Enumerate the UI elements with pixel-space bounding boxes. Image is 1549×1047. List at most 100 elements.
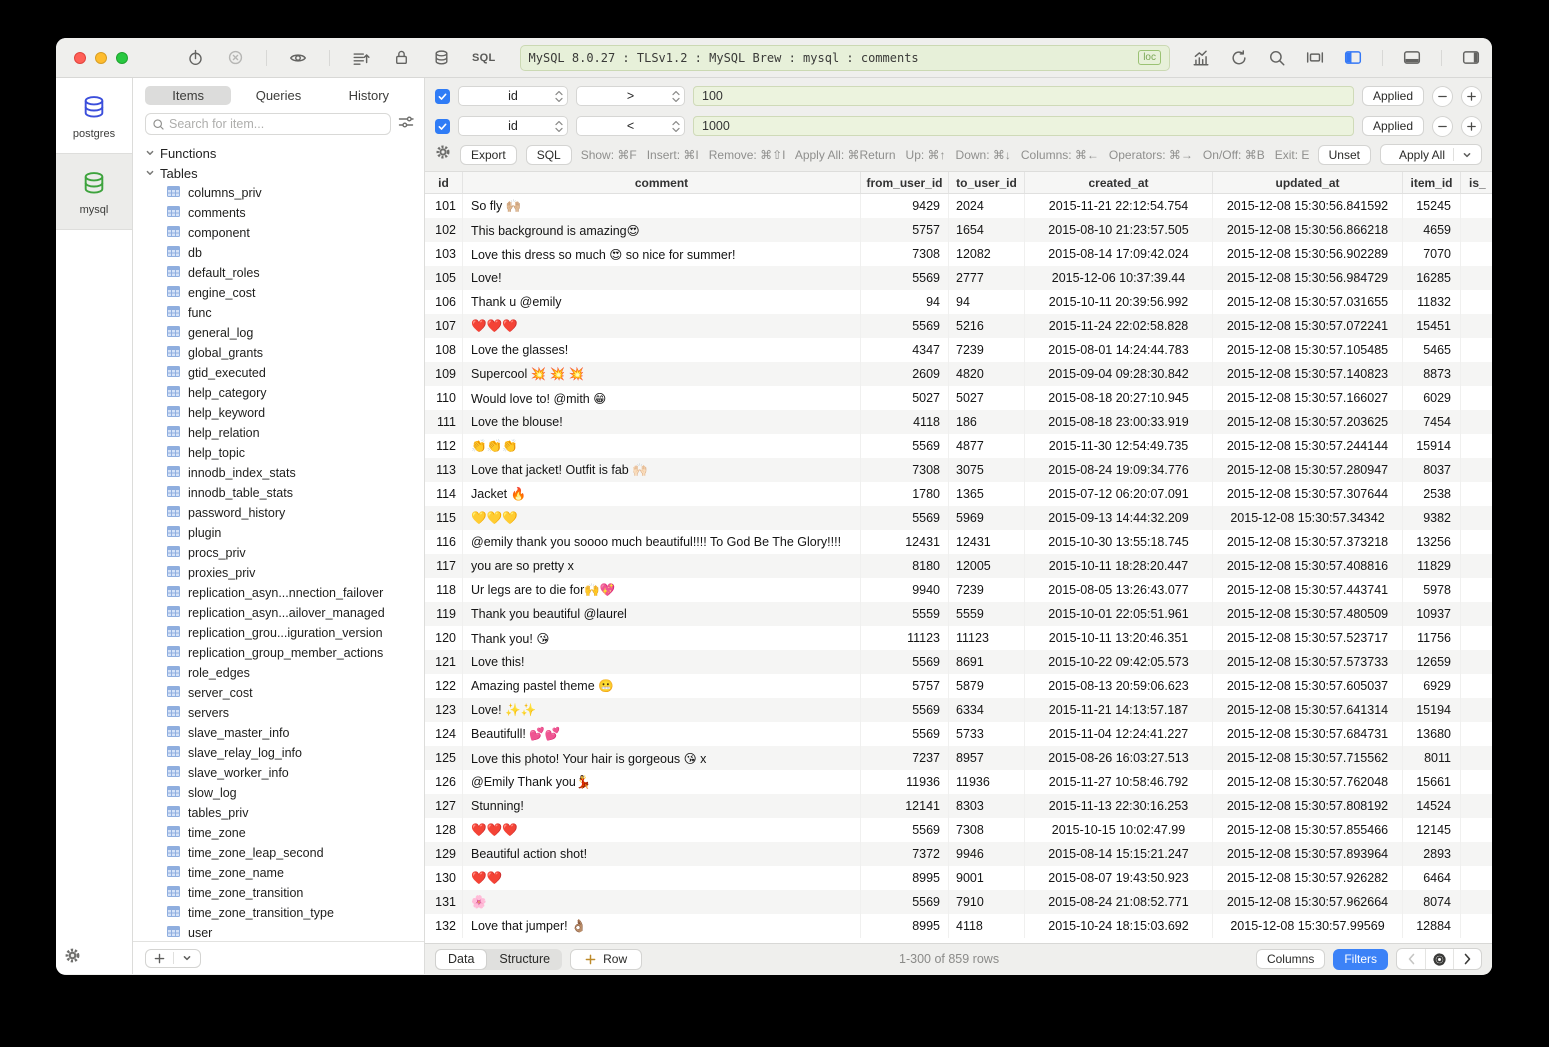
column-header-updated-at[interactable]: updated_at	[1213, 172, 1403, 193]
sidebar-table-item[interactable]: help_relation	[133, 423, 424, 443]
refresh-icon[interactable]	[1230, 49, 1248, 67]
filter-field-select[interactable]: id	[458, 116, 568, 136]
sidebar-table-item[interactable]: default_roles	[133, 263, 424, 283]
table-row[interactable]: 128 ❤️❤️❤️ 5569 7308 2015-10-15 10:02:47…	[425, 818, 1492, 842]
table-row[interactable]: 106 Thank u @emily 94 94 2015-10-11 20:3…	[425, 290, 1492, 314]
sidebar-table-item[interactable]: component	[133, 223, 424, 243]
filter-field-select[interactable]: id	[458, 86, 568, 106]
column-header-from-user-id[interactable]: from_user_id	[861, 172, 949, 193]
table-row[interactable]: 108 Love the glasses! 4347 7239 2015-08-…	[425, 338, 1492, 362]
export-button[interactable]: Export	[460, 145, 517, 165]
sidebar-table-item[interactable]: servers	[133, 703, 424, 723]
table-row[interactable]: 112 👏👏👏 5569 4877 2015-11-30 12:54:49.73…	[425, 434, 1492, 458]
pager-settings-gear-icon[interactable]	[1425, 949, 1453, 969]
filter-value-input[interactable]	[693, 86, 1354, 106]
tune-icon[interactable]	[398, 114, 414, 135]
filter-settings-gear-icon[interactable]	[435, 144, 451, 165]
sidebar-table-item[interactable]: time_zone_transition	[133, 883, 424, 903]
table-row[interactable]: 121 Love this! 5569 8691 2015-10-22 09:4…	[425, 650, 1492, 674]
sidebar-table-item[interactable]: slave_relay_log_info	[133, 743, 424, 763]
table-row[interactable]: 130 ❤️❤️ 8995 9001 2015-08-07 19:43:50.9…	[425, 866, 1492, 890]
sidebar-table-item[interactable]: slow_log	[133, 783, 424, 803]
sidebar-table-item[interactable]: innodb_index_stats	[133, 463, 424, 483]
plus-icon[interactable]	[146, 953, 173, 964]
connect-icon[interactable]	[186, 49, 204, 67]
sidebar-table-item[interactable]: time_zone_transition_type	[133, 903, 424, 923]
table-row[interactable]: 115 💛💛💛 5569 5969 2015-09-13 14:44:32.20…	[425, 506, 1492, 530]
eye-icon[interactable]	[289, 49, 307, 67]
sidebar-table-item[interactable]: replication_asyn...ailover_managed	[133, 603, 424, 623]
table-row[interactable]: 107 ❤️❤️❤️ 5569 5216 2015-11-24 22:02:58…	[425, 314, 1492, 338]
table-row[interactable]: 110 Would love to! @mith 😁 5027 5027 201…	[425, 386, 1492, 410]
add-filter-button[interactable]	[1461, 86, 1482, 107]
sidebar-table-item[interactable]: global_grants	[133, 343, 424, 363]
sidebar-table-item[interactable]: replication_group_member_actions	[133, 643, 424, 663]
remove-filter-button[interactable]	[1432, 86, 1453, 107]
sidebar-table-item[interactable]: time_zone_leap_second	[133, 843, 424, 863]
filter-operator-select[interactable]: >	[576, 86, 685, 106]
zoom-window-button[interactable]	[116, 52, 128, 64]
sidebar-table-item[interactable]: innodb_table_stats	[133, 483, 424, 503]
chevron-down-icon[interactable]	[174, 953, 200, 963]
panel-bottom-icon[interactable]	[1403, 49, 1421, 67]
add-item-button[interactable]	[145, 949, 201, 968]
table-row[interactable]: 118 Ur legs are to die for🙌💖 9940 7239 2…	[425, 578, 1492, 602]
sql-button[interactable]: SQL	[526, 145, 572, 165]
sidebar-table-item[interactable]: plugin	[133, 523, 424, 543]
filter-enabled-checkbox[interactable]	[435, 89, 450, 104]
column-header-item-id[interactable]: item_id	[1403, 172, 1461, 193]
table-row[interactable]: 120 Thank you! 😘 11123 11123 2015-10-11 …	[425, 626, 1492, 650]
sidebar-table-item[interactable]: help_topic	[133, 443, 424, 463]
sidebar-table-item[interactable]: help_keyword	[133, 403, 424, 423]
table-row[interactable]: 123 Love! ✨✨ 5569 6334 2015-11-21 14:13:…	[425, 698, 1492, 722]
sidebar-table-item[interactable]: replication_grou...iguration_version	[133, 623, 424, 643]
previous-page-icon[interactable]	[1397, 949, 1425, 969]
sidebar-table-item[interactable]: gtid_executed	[133, 363, 424, 383]
panel-right-icon[interactable]	[1462, 49, 1480, 67]
filter-applied-button[interactable]: Applied	[1362, 116, 1424, 136]
database-icon[interactable]	[432, 49, 450, 67]
columns-button[interactable]: Columns	[1256, 949, 1325, 969]
table-row[interactable]: 103 Love this dress so much 😍 so nice fo…	[425, 242, 1492, 266]
item-search-box[interactable]	[145, 113, 391, 135]
table-row[interactable]: 129 Beautiful action shot! 7372 9946 201…	[425, 842, 1492, 866]
sidebar-table-item[interactable]: time_zone_name	[133, 863, 424, 883]
table-row[interactable]: 114 Jacket 🔥 1780 1365 2015-07-12 06:20:…	[425, 482, 1492, 506]
table-row[interactable]: 113 Love that jacket! Outfit is fab 🙌🏻 7…	[425, 458, 1492, 482]
settings-gear-icon[interactable]	[64, 947, 82, 965]
connection-postgres[interactable]: postgres	[56, 78, 132, 153]
lock-icon[interactable]	[392, 49, 410, 67]
sidebar-table-item[interactable]: proxies_priv	[133, 563, 424, 583]
minimize-window-button[interactable]	[95, 52, 107, 64]
item-search-input[interactable]	[169, 117, 384, 131]
column-header-comment[interactable]: comment	[463, 172, 861, 193]
tab-structure[interactable]: Structure	[487, 949, 562, 970]
table-row[interactable]: 109 Supercool 💥 💥 💥 2609 4820 2015-09-04…	[425, 362, 1492, 386]
sidebar-table-item[interactable]: time_zone	[133, 823, 424, 843]
sql-editor-button[interactable]: SQL	[472, 52, 496, 64]
table-row[interactable]: 126 @Emily Thank you💃 11936 11936 2015-1…	[425, 770, 1492, 794]
sidebar-table-item[interactable]: engine_cost	[133, 283, 424, 303]
sidebar-table-item[interactable]: general_log	[133, 323, 424, 343]
filter-applied-button[interactable]: Applied	[1362, 86, 1424, 106]
connection-mysql[interactable]: mysql	[56, 153, 132, 230]
tab-history[interactable]: History	[326, 86, 412, 105]
sidebar-table-item[interactable]: slave_master_info	[133, 723, 424, 743]
tab-data[interactable]: Data	[435, 949, 487, 970]
sidebar-table-item[interactable]: server_cost	[133, 683, 424, 703]
tab-items[interactable]: Items	[145, 86, 231, 105]
column-header-is[interactable]: is_	[1461, 172, 1492, 193]
table-row[interactable]: 124 Beautifull! 💕💕 5569 5733 2015-11-04 …	[425, 722, 1492, 746]
tab-queries[interactable]: Queries	[235, 86, 321, 105]
filter-operator-select[interactable]: <	[576, 116, 685, 136]
filters-button[interactable]: Filters	[1333, 949, 1388, 970]
table-row[interactable]: 127 Stunning! 12141 8303 2015-11-13 22:3…	[425, 794, 1492, 818]
apply-all-button[interactable]: Apply All	[1380, 144, 1482, 165]
sidebar-table-item[interactable]: password_history	[133, 503, 424, 523]
next-page-icon[interactable]	[1453, 949, 1481, 969]
table-row[interactable]: 122 Amazing pastel theme 😬 5757 5879 201…	[425, 674, 1492, 698]
table-row[interactable]: 111 Love the blouse! 4118 186 2015-08-18…	[425, 410, 1492, 434]
table-row[interactable]: 105 Love! 5569 2777 2015-12-06 10:37:39.…	[425, 266, 1492, 290]
sidebar-table-item[interactable]: help_category	[133, 383, 424, 403]
add-row-button[interactable]: Row	[570, 949, 642, 970]
